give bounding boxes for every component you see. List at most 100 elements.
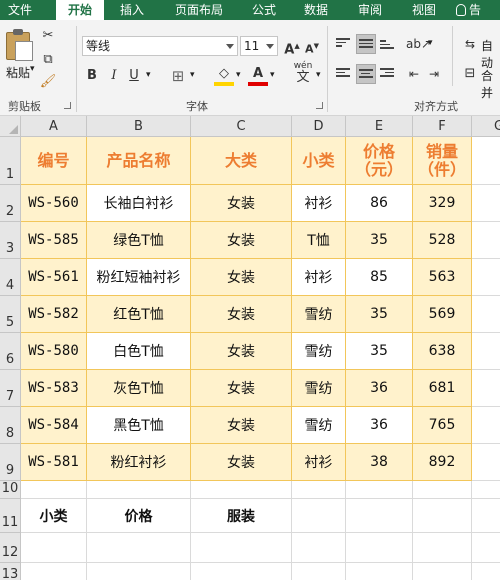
format-painter-icon[interactable]: 🖌 bbox=[38, 72, 58, 92]
align-center-button[interactable] bbox=[356, 64, 376, 84]
fill-color-dropdown-icon[interactable]: ▾ bbox=[236, 70, 241, 80]
header-cell-price[interactable]: 价格 （元） bbox=[346, 137, 413, 185]
table-cell-price[interactable]: 38 bbox=[346, 444, 413, 481]
empty-cell[interactable] bbox=[292, 481, 346, 499]
row-header-9[interactable]: 9 bbox=[0, 444, 21, 481]
header-cell-sales[interactable]: 销量 （件） bbox=[413, 137, 472, 185]
row-header-8[interactable]: 8 bbox=[0, 407, 21, 444]
empty-cell[interactable] bbox=[472, 296, 500, 333]
column-header-a[interactable]: A bbox=[21, 116, 87, 137]
empty-cell[interactable] bbox=[346, 481, 413, 499]
table-cell-product[interactable]: 白色T恤 bbox=[87, 333, 191, 370]
empty-cell[interactable] bbox=[87, 481, 191, 499]
table-cell-price[interactable]: 35 bbox=[346, 333, 413, 370]
table-cell-subcategory[interactable]: 雪纺 bbox=[292, 333, 346, 370]
empty-cell[interactable] bbox=[191, 563, 292, 580]
font-color-icon[interactable]: A bbox=[248, 64, 268, 86]
criteria-clothing-cell[interactable]: 服装 bbox=[191, 499, 292, 533]
table-cell-id[interactable]: WS-584 bbox=[21, 407, 87, 444]
empty-cell[interactable] bbox=[472, 563, 500, 580]
empty-cell[interactable] bbox=[472, 222, 500, 259]
row-header-7[interactable]: 7 bbox=[0, 370, 21, 407]
empty-cell[interactable] bbox=[87, 563, 191, 580]
table-cell-id[interactable]: WS-585 bbox=[21, 222, 87, 259]
phonetic-guide-icon[interactable]: wén 文 bbox=[290, 60, 316, 88]
select-all-corner[interactable] bbox=[0, 116, 21, 137]
table-cell-id[interactable]: WS-582 bbox=[21, 296, 87, 333]
column-header-g[interactable]: G bbox=[472, 116, 500, 137]
font-name-select[interactable]: 等线 bbox=[82, 36, 238, 56]
table-cell-category[interactable]: 女装 bbox=[191, 296, 292, 333]
cut-icon[interactable]: ✂ bbox=[38, 26, 58, 46]
header-cell-product-name[interactable]: 产品名称 bbox=[87, 137, 191, 185]
tab-page-layout[interactable]: 页面布局 bbox=[164, 0, 234, 20]
table-cell-sales[interactable]: 638 bbox=[413, 333, 472, 370]
empty-cell[interactable] bbox=[472, 533, 500, 563]
row-header-12[interactable]: 12 bbox=[0, 533, 21, 563]
empty-cell[interactable] bbox=[472, 499, 500, 533]
row-header-4[interactable]: 4 bbox=[0, 259, 21, 296]
table-cell-sales[interactable]: 569 bbox=[413, 296, 472, 333]
cell-g1[interactable] bbox=[472, 137, 500, 185]
criteria-subcategory-cell[interactable]: 小类 bbox=[21, 499, 87, 533]
phonetic-dropdown-icon[interactable]: ▾ bbox=[316, 70, 321, 80]
empty-cell[interactable] bbox=[346, 563, 413, 580]
copy-icon[interactable]: ⧉ bbox=[38, 50, 58, 70]
table-cell-product[interactable]: 粉红短袖衬衫 bbox=[87, 259, 191, 296]
orientation-dropdown-icon[interactable]: ▾ bbox=[428, 38, 433, 48]
table-cell-id[interactable]: WS-560 bbox=[21, 185, 87, 222]
underline-button[interactable]: U bbox=[124, 66, 144, 86]
table-cell-subcategory[interactable]: 雪纺 bbox=[292, 407, 346, 444]
orientation-icon[interactable]: ab↗ bbox=[406, 34, 431, 54]
row-header-13[interactable]: 13 bbox=[0, 563, 21, 580]
table-cell-category[interactable]: 女装 bbox=[191, 333, 292, 370]
table-cell-price[interactable]: 36 bbox=[346, 407, 413, 444]
table-cell-sales[interactable]: 681 bbox=[413, 370, 472, 407]
row-header-5[interactable]: 5 bbox=[0, 296, 21, 333]
table-cell-category[interactable]: 女装 bbox=[191, 222, 292, 259]
empty-cell[interactable] bbox=[21, 563, 87, 580]
wrap-text-icon[interactable]: ⇆ bbox=[460, 34, 480, 54]
table-cell-price[interactable]: 35 bbox=[346, 296, 413, 333]
shrink-font-button[interactable]: A▼ bbox=[302, 36, 322, 56]
empty-cell[interactable] bbox=[472, 370, 500, 407]
row-header-6[interactable]: 6 bbox=[0, 333, 21, 370]
column-header-d[interactable]: D bbox=[292, 116, 346, 137]
empty-cell[interactable] bbox=[346, 533, 413, 563]
header-cell-id[interactable]: 编号 bbox=[21, 137, 87, 185]
align-top-icon[interactable] bbox=[336, 38, 350, 50]
font-launcher-icon[interactable] bbox=[316, 102, 323, 109]
table-cell-category[interactable]: 女装 bbox=[191, 444, 292, 481]
table-cell-price[interactable]: 36 bbox=[346, 370, 413, 407]
tab-insert[interactable]: 插入 bbox=[112, 0, 152, 20]
tab-data[interactable]: 数据 bbox=[296, 0, 336, 20]
table-cell-id[interactable]: WS-583 bbox=[21, 370, 87, 407]
table-cell-product[interactable]: 红色T恤 bbox=[87, 296, 191, 333]
empty-cell[interactable] bbox=[191, 481, 292, 499]
table-cell-category[interactable]: 女装 bbox=[191, 370, 292, 407]
table-cell-price[interactable]: 85 bbox=[346, 259, 413, 296]
align-middle-button[interactable] bbox=[356, 34, 376, 54]
table-cell-sales[interactable]: 892 bbox=[413, 444, 472, 481]
borders-icon[interactable]: ⊞ bbox=[168, 66, 188, 86]
empty-cell[interactable] bbox=[87, 533, 191, 563]
italic-button[interactable]: I bbox=[104, 66, 124, 86]
table-cell-product[interactable]: 绿色T恤 bbox=[87, 222, 191, 259]
empty-cell[interactable] bbox=[191, 533, 292, 563]
table-cell-id[interactable]: WS-580 bbox=[21, 333, 87, 370]
table-cell-price[interactable]: 35 bbox=[346, 222, 413, 259]
paste-icon[interactable] bbox=[6, 29, 33, 61]
merge-label[interactable]: 合并 bbox=[481, 67, 500, 101]
table-cell-product[interactable]: 灰色T恤 bbox=[87, 370, 191, 407]
row-header-10[interactable]: 10 bbox=[0, 481, 21, 499]
row-header-2[interactable]: 2 bbox=[0, 185, 21, 222]
table-cell-subcategory[interactable]: 衬衫 bbox=[292, 444, 346, 481]
align-bottom-icon[interactable] bbox=[380, 40, 394, 52]
column-header-e[interactable]: E bbox=[346, 116, 413, 137]
header-cell-subcategory[interactable]: 小类 bbox=[292, 137, 346, 185]
empty-cell[interactable] bbox=[472, 407, 500, 444]
empty-cell[interactable] bbox=[21, 533, 87, 563]
table-cell-price[interactable]: 86 bbox=[346, 185, 413, 222]
empty-cell[interactable] bbox=[413, 533, 472, 563]
column-header-f[interactable]: F bbox=[413, 116, 472, 137]
